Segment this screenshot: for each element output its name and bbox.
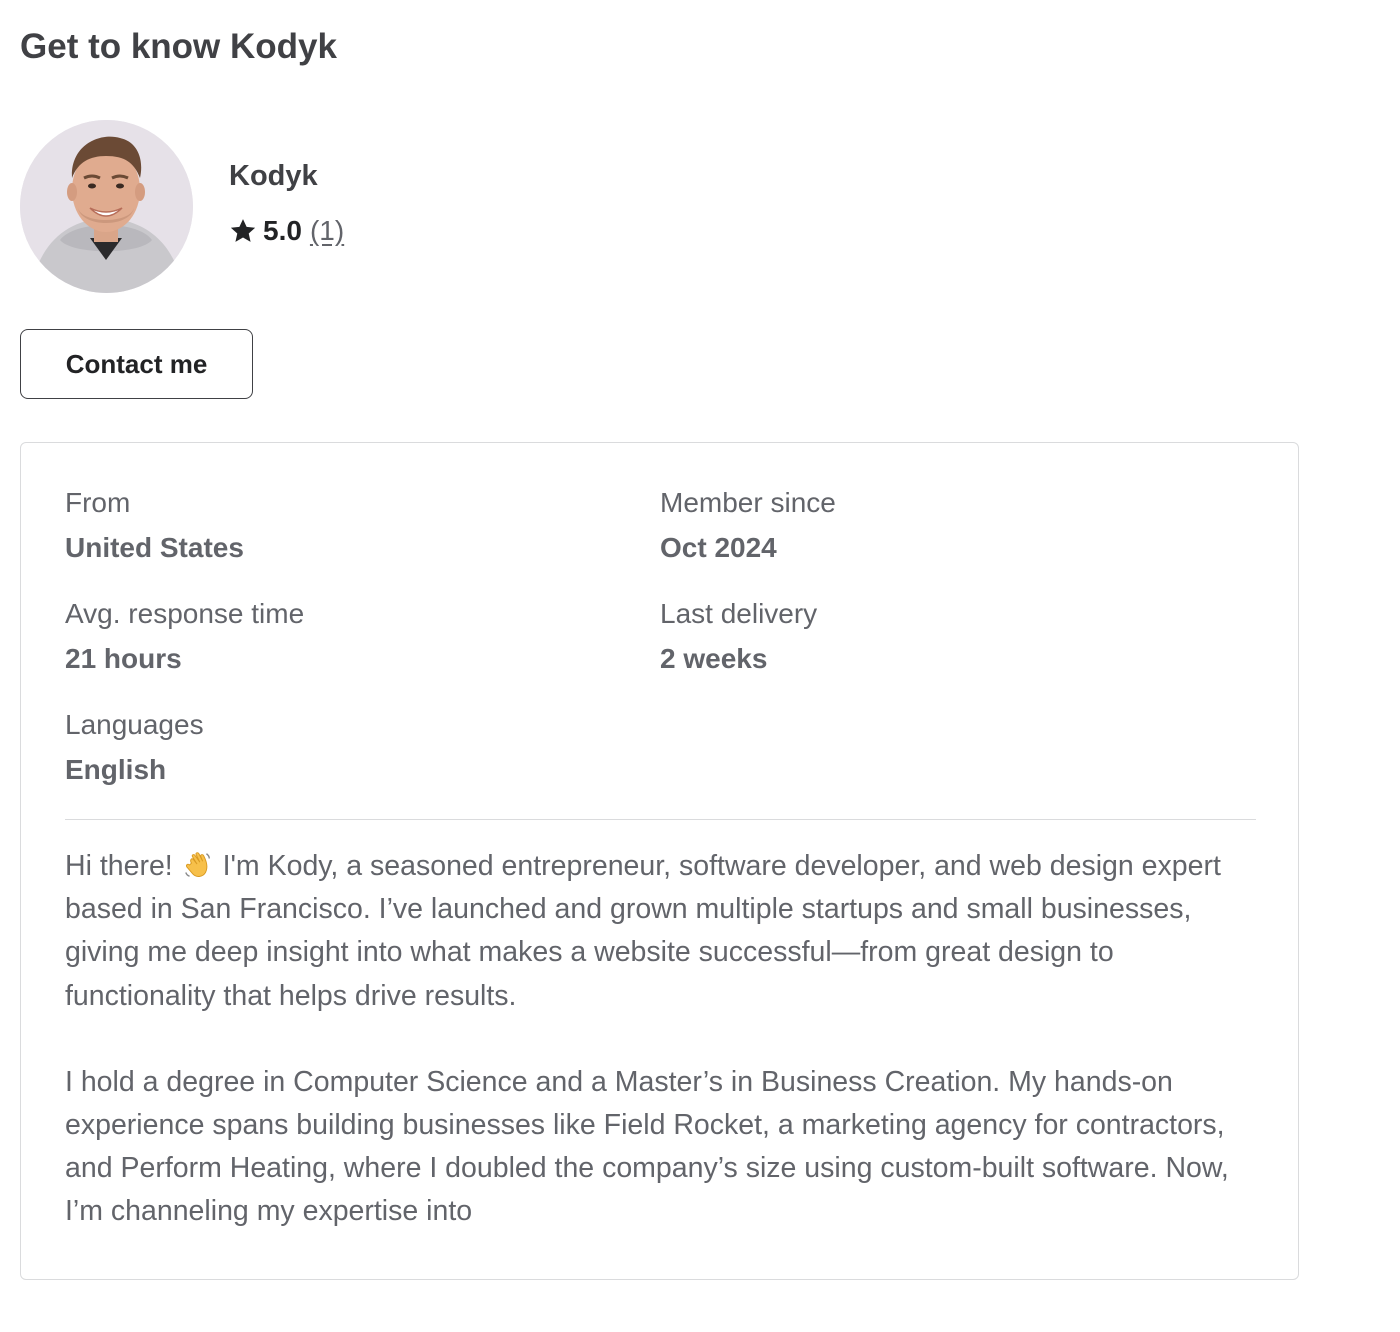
star-icon [230, 219, 256, 242]
stat-label: Avg. response time [65, 598, 305, 629]
stat-label: From [65, 487, 131, 518]
stat-label: Last delivery [660, 598, 818, 629]
rating: 5.0 (1) [229, 212, 344, 250]
stat-value: 21 hours [65, 643, 182, 674]
rating-score: 5.0 [263, 215, 302, 246]
stat-label: Member since [660, 487, 836, 518]
stat-value: 2 weeks [660, 643, 768, 674]
bio-paragraph: Hi there! I'm Kody, a seasoned entrepren… [65, 845, 1265, 1018]
seller-bio: Hi there! I'm Kody, a seasoned entrepren… [65, 845, 1265, 1234]
bio-greeting: Hi there! [65, 850, 173, 882]
waving-hand-icon [184, 852, 210, 877]
stat-from: From United States [65, 485, 244, 566]
bio-intro: I'm Kody, a seasoned entrepreneur, softw… [65, 850, 1221, 1012]
stat-value: United States [65, 532, 244, 563]
rating-count-link[interactable]: (1) [310, 215, 344, 247]
stat-last-delivery: Last delivery 2 weeks [660, 596, 817, 677]
stat-label: Languages [65, 709, 204, 740]
seller-name[interactable]: Kodyk [229, 158, 318, 194]
stat-avg-response-time: Avg. response time 21 hours [65, 596, 304, 677]
profile-photo [20, 120, 193, 293]
contact-me-button[interactable]: Contact me [20, 329, 253, 399]
divider [65, 819, 1256, 820]
stat-languages: Languages English [65, 707, 204, 788]
avatar[interactable] [20, 120, 193, 293]
stat-value: Oct 2024 [660, 532, 777, 563]
stat-value: English [65, 754, 167, 785]
stat-member-since: Member since Oct 2024 [660, 485, 836, 566]
seller-info-card: From United States Member since Oct 2024… [20, 442, 1299, 1280]
page-title: Get to know Kodyk [20, 27, 337, 66]
bio-paragraph: I hold a degree in Computer Science and … [65, 1065, 1229, 1228]
